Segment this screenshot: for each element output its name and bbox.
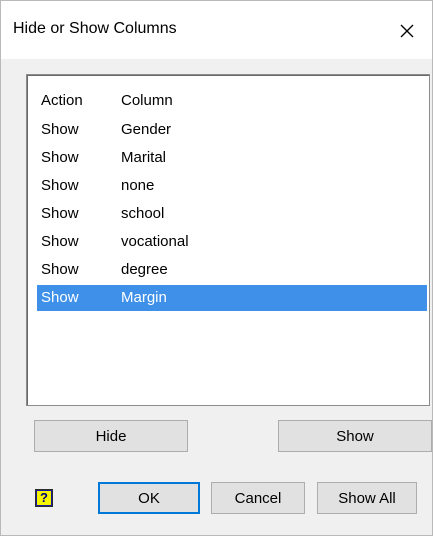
header-column: Column: [121, 92, 173, 109]
row-column: school: [121, 205, 165, 222]
title-bar: Hide or Show Columns: [1, 1, 432, 59]
header-action: Action: [41, 92, 83, 109]
list-item[interactable]: Show none: [37, 173, 427, 199]
row-column: Marital: [121, 149, 167, 166]
show-all-button[interactable]: Show All: [317, 482, 417, 514]
list-header: Action Column: [37, 88, 427, 114]
columns-listbox[interactable]: Action Column Show Gender Show Marital S…: [26, 74, 430, 406]
list-item[interactable]: Show Gender: [37, 117, 427, 143]
list-item[interactable]: Show Margin: [37, 285, 427, 311]
close-icon[interactable]: [391, 15, 423, 47]
row-action: Show: [41, 233, 79, 250]
row-action: Show: [41, 261, 79, 278]
row-column: vocational: [121, 233, 189, 250]
row-column: Margin: [121, 289, 167, 306]
hide-button[interactable]: Hide: [34, 420, 188, 452]
row-action: Show: [41, 289, 79, 306]
help-glyph: ?: [37, 491, 51, 505]
list-item[interactable]: Show school: [37, 201, 427, 227]
list-item[interactable]: Show Marital: [37, 145, 427, 171]
row-column: none: [121, 177, 155, 194]
show-button[interactable]: Show: [278, 420, 432, 452]
row-column: degree: [121, 261, 168, 278]
hide-show-columns-dialog: Hide or Show Columns Action Column Show …: [0, 0, 433, 536]
dialog-title: Hide or Show Columns: [13, 20, 177, 37]
cancel-button[interactable]: Cancel: [211, 482, 305, 514]
row-column: Gender: [121, 121, 172, 138]
row-action: Show: [41, 205, 79, 222]
row-action: Show: [41, 121, 79, 138]
row-action: Show: [41, 149, 79, 166]
row-action: Show: [41, 177, 79, 194]
help-icon[interactable]: ?: [35, 489, 53, 507]
ok-button[interactable]: OK: [98, 482, 200, 514]
list-item[interactable]: Show vocational: [37, 229, 427, 255]
list-item[interactable]: Show degree: [37, 257, 427, 283]
